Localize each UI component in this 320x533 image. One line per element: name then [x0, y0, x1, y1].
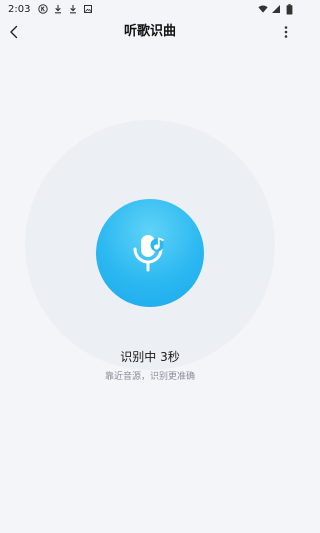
more-options-button[interactable]: [276, 22, 296, 42]
chevron-left-icon: [8, 25, 20, 39]
wifi-icon: [258, 4, 268, 14]
download-icon: [53, 4, 63, 14]
more-vertical-icon: [284, 25, 288, 39]
status-left: 2:03: [8, 4, 93, 15]
status-right: [258, 3, 294, 14]
recognizing-status: 识别中 3秒: [120, 350, 180, 364]
recognize-mic-button[interactable]: [96, 199, 204, 307]
battery-icon: [284, 3, 294, 14]
hint-text: 靠近音源，识别更准确: [104, 372, 195, 382]
page-title: 听歌识曲: [123, 24, 176, 39]
cell-signal-icon: [271, 4, 281, 14]
status-time: 2:03: [8, 3, 31, 15]
k-badge-icon: [38, 4, 49, 14]
status-bar: 2:03: [0, 0, 300, 18]
photo-icon: [83, 4, 93, 14]
microphone-music-icon: [130, 231, 170, 275]
download-icon: [68, 4, 78, 14]
app-bar: 听歌识曲: [0, 18, 300, 46]
back-button[interactable]: [4, 22, 24, 42]
